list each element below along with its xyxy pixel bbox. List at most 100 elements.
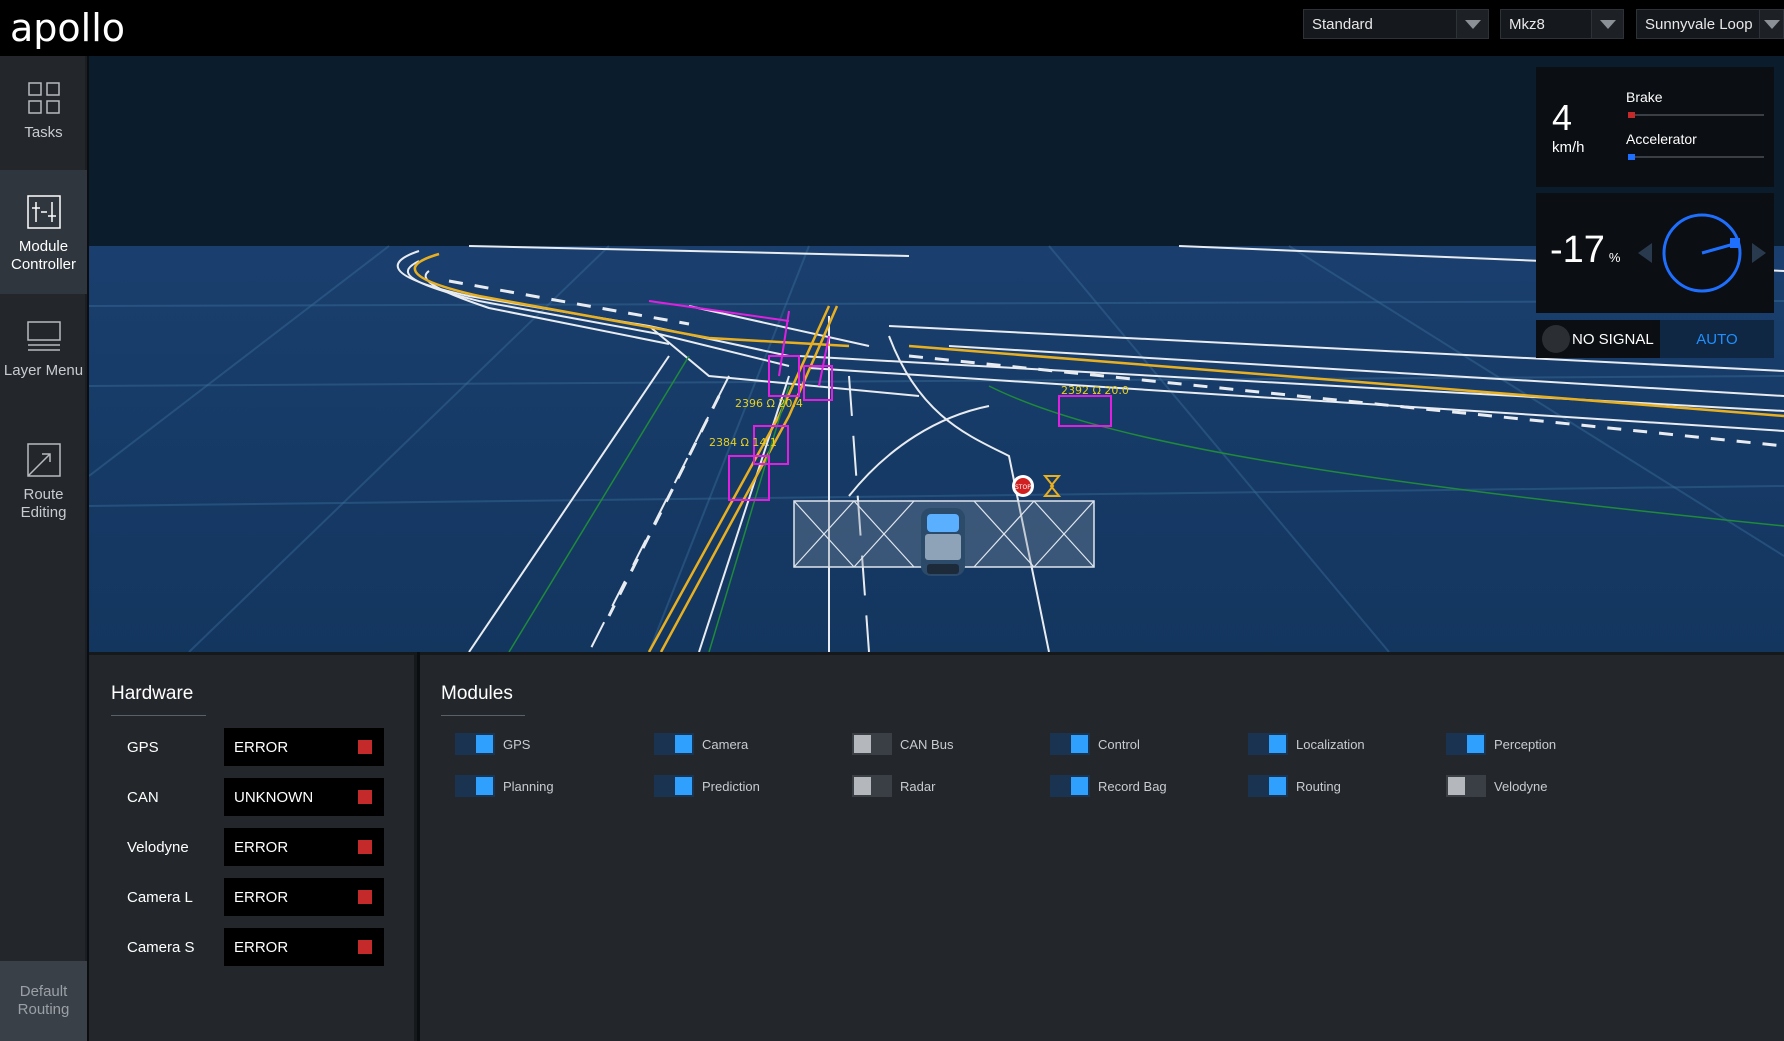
modules-title: Modules — [441, 683, 525, 716]
toggle-knob — [675, 735, 692, 753]
module-label: Perception — [1494, 736, 1557, 752]
hardware-name: GPS — [127, 739, 159, 756]
module-label: Prediction — [702, 778, 760, 794]
mode-select-value: Standard — [1312, 15, 1373, 33]
module-toggle-routing[interactable]: Routing — [1248, 774, 1341, 798]
module-toggle-camera[interactable]: Camera — [654, 732, 748, 756]
obstacle-label: 2384 Ω 14.1 — [709, 436, 777, 449]
sidebar-item-label: Route Editing — [20, 486, 67, 521]
module-toggle-velodyne[interactable]: Velodyne — [1446, 774, 1548, 798]
module-toggle-localization[interactable]: Localization — [1248, 732, 1365, 756]
sidebar-item-layer-menu[interactable]: Layer Menu — [0, 294, 87, 418]
status-indicator-icon — [358, 890, 372, 904]
stop-sign-text: STOP — [1015, 484, 1031, 491]
hardware-status: ERROR — [224, 828, 384, 866]
module-label: GPS — [503, 736, 531, 752]
scene-view[interactable]: 2396 Ω 20.4 2384 Ω 14.1 2392 Ω 20.0 STOP — [89, 56, 1784, 652]
hardware-status: ERROR — [224, 728, 384, 766]
toggle-switch[interactable] — [654, 775, 694, 797]
modules-panel: Modules GPS Camera CAN Bus Control Localizat… — [420, 652, 1784, 1041]
sidebar-item-module-controller[interactable]: Module Controller — [0, 170, 87, 294]
module-label: Radar — [900, 778, 936, 794]
drive-mode-indicator: AUTO — [1660, 320, 1774, 358]
module-label: Camera — [702, 736, 749, 752]
speed-panel: 4 km/h Brake Accelerator — [1536, 67, 1774, 187]
obstacle-label: 2396 Ω 20.4 — [735, 397, 803, 410]
toggle-switch[interactable] — [1050, 775, 1090, 797]
toggle-switch[interactable] — [852, 733, 892, 755]
hardware-status-text: ERROR — [234, 889, 289, 906]
steering-wheel-icon — [1638, 213, 1766, 293]
toggle-switch[interactable] — [1248, 733, 1288, 755]
hardware-status: ERROR — [224, 928, 384, 966]
default-routing-button[interactable]: Default Routing — [0, 961, 87, 1041]
chevron-down-icon[interactable] — [1456, 10, 1488, 38]
module-label: Planning — [503, 778, 554, 794]
status-indicator-icon — [358, 940, 372, 954]
route-edit-icon — [26, 443, 61, 477]
hardware-name: Camera L — [127, 889, 193, 906]
toggle-knob — [675, 777, 692, 795]
accelerator-label: Accelerator — [1626, 131, 1697, 147]
chevron-down-icon[interactable] — [1759, 10, 1783, 38]
module-label: Localization — [1296, 736, 1365, 752]
brake-label: Brake — [1626, 89, 1663, 105]
hardware-status: ERROR — [224, 878, 384, 916]
module-label: Velodyne — [1494, 778, 1548, 794]
steering-value: -17% — [1550, 229, 1620, 272]
toggle-knob — [1071, 735, 1088, 753]
chevron-down-icon[interactable] — [1591, 10, 1623, 38]
toggle-switch[interactable] — [1248, 775, 1288, 797]
module-toggle-can-bus[interactable]: CAN Bus — [852, 732, 953, 756]
module-label: CAN Bus — [900, 736, 954, 752]
turn-left-icon — [1638, 243, 1652, 263]
map-select[interactable]: Sunnyvale Loop — [1636, 9, 1784, 39]
toggle-switch[interactable] — [455, 733, 495, 755]
hardware-name: Camera S — [127, 939, 195, 956]
module-toggle-planning[interactable]: Planning — [455, 774, 554, 798]
vehicle-select-value: Mkz8 — [1509, 15, 1545, 33]
steering-panel: -17% — [1536, 193, 1774, 313]
hardware-row-camera-s: Camera S ERROR — [89, 928, 417, 968]
vehicle-select[interactable]: Mkz8 — [1500, 9, 1624, 39]
hardware-row-can: CAN UNKNOWN — [89, 778, 417, 818]
status-indicator-icon — [358, 790, 372, 804]
grid-icon — [27, 82, 60, 114]
module-toggle-radar[interactable]: Radar — [852, 774, 935, 798]
mode-select[interactable]: Standard — [1303, 9, 1489, 39]
hardware-name: CAN — [127, 789, 159, 806]
toggle-switch[interactable] — [1446, 733, 1486, 755]
module-label: Control — [1098, 736, 1140, 752]
hardware-status: UNKNOWN — [224, 778, 384, 816]
accelerator-bar — [1628, 154, 1764, 160]
toggle-switch[interactable] — [1050, 733, 1090, 755]
hardware-row-camera-l: Camera L ERROR — [89, 878, 417, 918]
sidebar-item-tasks[interactable]: Tasks — [0, 56, 87, 180]
module-toggle-perception[interactable]: Perception — [1446, 732, 1556, 756]
sliders-icon — [26, 195, 61, 229]
toggle-switch[interactable] — [1446, 775, 1486, 797]
module-toggle-gps[interactable]: GPS — [455, 732, 530, 756]
apollo-logo: apollo — [10, 6, 125, 50]
ground-plane — [89, 246, 1784, 652]
module-toggle-control[interactable]: Control — [1050, 732, 1140, 756]
scene-canvas[interactable]: 2396 Ω 20.4 2384 Ω 14.1 2392 Ω 20.0 STOP — [89, 56, 1784, 652]
toggle-knob — [476, 777, 493, 795]
layers-icon — [26, 321, 61, 351]
sidebar-item-route-editing[interactable]: Route Editing — [0, 418, 87, 542]
signal-text: NO SIGNAL — [1572, 330, 1654, 348]
brake-bar-fill — [1628, 112, 1635, 118]
sidebar-item-label: Module Controller — [10, 238, 77, 273]
hardware-name: Velodyne — [127, 839, 189, 856]
brake-bar — [1628, 112, 1764, 118]
toggle-switch[interactable] — [852, 775, 892, 797]
module-toggle-record-bag[interactable]: Record Bag — [1050, 774, 1167, 798]
hardware-status-text: ERROR — [234, 939, 289, 956]
sky — [89, 56, 1784, 246]
module-toggle-prediction[interactable]: Prediction — [654, 774, 760, 798]
module-label: Record Bag — [1098, 778, 1167, 794]
toggle-switch[interactable] — [455, 775, 495, 797]
logo-text: apollo — [10, 6, 125, 50]
toggle-switch[interactable] — [654, 733, 694, 755]
signal-light-icon — [1542, 325, 1570, 353]
